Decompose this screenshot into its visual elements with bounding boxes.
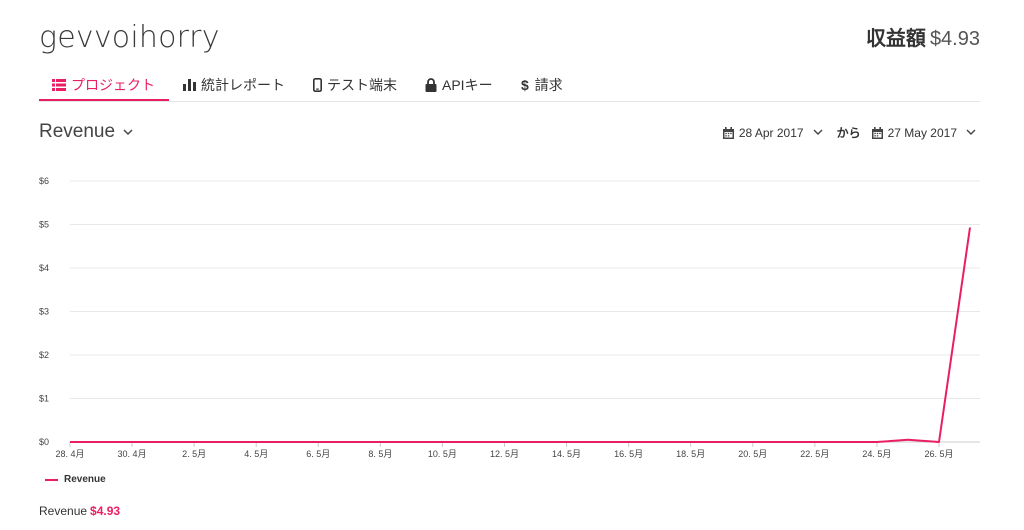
date-range-connector: から bbox=[836, 126, 861, 140]
calendar-icon bbox=[722, 126, 734, 139]
calendar-icon bbox=[871, 126, 883, 139]
tab-label: 統計レポート bbox=[201, 77, 285, 93]
x-tick-label: 16. 5月 bbox=[614, 449, 643, 459]
earnings-summary: 収益額 $4.93 bbox=[866, 22, 980, 51]
revenue-series-line[interactable] bbox=[70, 227, 971, 443]
x-tick-label: 18. 5月 bbox=[676, 449, 705, 459]
list-icon bbox=[52, 78, 66, 91]
x-tick-label: 28. 4月 bbox=[55, 449, 84, 459]
x-tick-label: 14. 5月 bbox=[552, 449, 581, 459]
x-tick-label: 12. 5月 bbox=[490, 449, 519, 459]
tab-billing[interactable]: $ 請求 bbox=[507, 70, 577, 100]
earnings-value: $4.93 bbox=[929, 28, 980, 50]
date-to-value: 27 May 2017 bbox=[887, 125, 957, 140]
x-tick-label: 10. 5月 bbox=[428, 449, 457, 459]
chevron-down-icon bbox=[123, 128, 133, 135]
tab-api-keys[interactable]: APIキー bbox=[411, 70, 507, 100]
revenue-chart: $0 $1 $2 $3 $4 $5 $6 28. 4月 30. 4月 2. 5月 4. 5月 6. … bbox=[39, 176, 980, 459]
metric-selector[interactable]: Revenue bbox=[39, 121, 133, 143]
chevron-down-icon bbox=[813, 129, 823, 135]
chart-legend[interactable]: Revenue bbox=[45, 474, 106, 485]
y-tick-label: $2 bbox=[39, 350, 49, 360]
y-tick-label: $5 bbox=[39, 220, 49, 230]
revenue-total: Revenue $4.93 bbox=[39, 504, 120, 518]
date-from-value: 28 Apr 2017 bbox=[738, 125, 804, 140]
dollar-icon: $ bbox=[521, 78, 529, 92]
x-tick-label: 6. 5月 bbox=[306, 449, 330, 459]
main-tabs: プロジェクト 統計レポート テスト端末 APIキー $ 請求 bbox=[39, 70, 980, 102]
x-tick-label: 26. 5月 bbox=[924, 449, 953, 459]
chevron-down-icon bbox=[966, 129, 976, 135]
x-tick-label: 2. 5月 bbox=[182, 449, 206, 459]
svg-text:$: $ bbox=[521, 78, 529, 92]
legend-label: Revenue bbox=[64, 474, 106, 485]
date-from-picker[interactable]: 28 Apr 2017 bbox=[722, 125, 823, 140]
mobile-icon bbox=[313, 78, 322, 92]
tab-label: プロジェクト bbox=[71, 76, 155, 93]
date-to-picker[interactable]: 27 May 2017 bbox=[871, 125, 976, 140]
y-tick-label: $1 bbox=[39, 394, 49, 404]
tab-test-devices[interactable]: テスト端末 bbox=[299, 70, 411, 100]
x-tick-label: 22. 5月 bbox=[800, 449, 829, 459]
y-tick-label: $6 bbox=[39, 176, 49, 186]
x-tick-label: 8. 5月 bbox=[368, 449, 392, 459]
y-tick-label: $0 bbox=[39, 437, 49, 447]
x-tick-label: 4. 5月 bbox=[244, 449, 268, 459]
earnings-label: 収益額 bbox=[865, 28, 926, 50]
x-tick-label: 24. 5月 bbox=[862, 449, 891, 459]
bar-chart-icon bbox=[183, 79, 196, 91]
app-title: gevvoihorry bbox=[39, 20, 220, 55]
tab-statistics[interactable]: 統計レポート bbox=[169, 70, 299, 100]
x-tick-label: 20. 5月 bbox=[738, 449, 767, 459]
tab-label: テスト端末 bbox=[327, 77, 397, 93]
legend-swatch bbox=[45, 478, 58, 481]
lock-icon bbox=[425, 78, 437, 92]
metric-selector-label: Revenue bbox=[39, 121, 116, 142]
revenue-total-label: Revenue bbox=[39, 504, 88, 518]
y-tick-label: $4 bbox=[39, 263, 49, 273]
date-range: 28 Apr 2017 から 27 May 2017 bbox=[722, 124, 976, 141]
tab-projects[interactable]: プロジェクト bbox=[39, 70, 169, 101]
tab-label: APIキー bbox=[442, 77, 493, 93]
x-tick-label: 30. 4月 bbox=[118, 449, 147, 459]
revenue-total-value: $4.93 bbox=[90, 504, 121, 518]
tab-label: 請求 bbox=[534, 77, 563, 93]
y-tick-label: $3 bbox=[39, 307, 49, 317]
